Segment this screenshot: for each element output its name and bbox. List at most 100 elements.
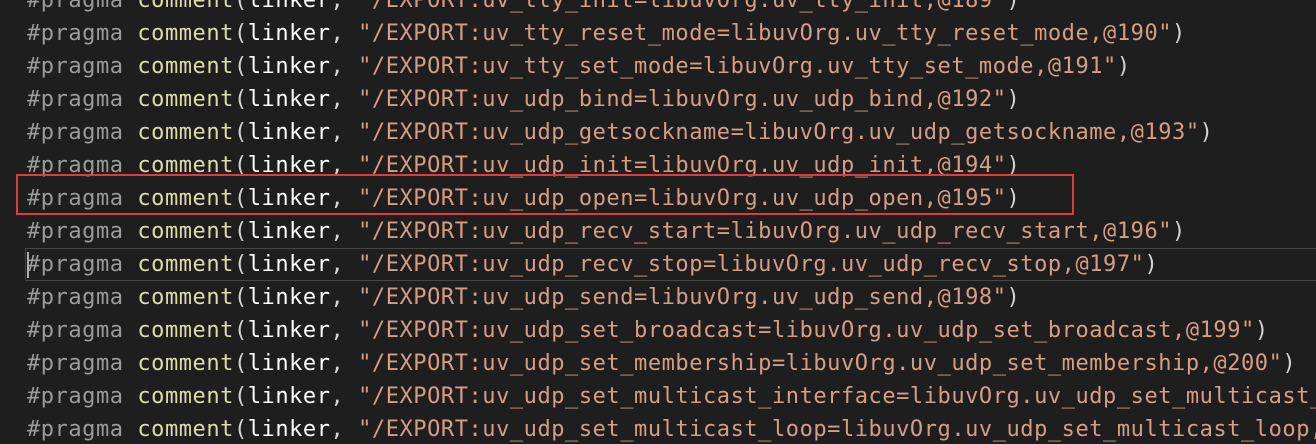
comment-function: comment	[137, 186, 234, 211]
comma: ,	[330, 285, 345, 310]
open-paren: (	[233, 120, 248, 145]
comma: ,	[330, 0, 345, 13]
linker-argument: linker	[247, 21, 331, 46]
code-line[interactable]: #pragma comment(linker, "/EXPORT:uv_udp_…	[27, 380, 1316, 413]
open-paren: (	[233, 0, 248, 13]
comment-function: comment	[137, 417, 234, 442]
linker-argument: linker	[247, 252, 331, 277]
comma: ,	[330, 318, 345, 343]
pragma-keyword: #pragma	[27, 384, 124, 409]
close-paren: )	[1116, 54, 1131, 79]
comma: ,	[330, 120, 345, 145]
close-paren: )	[1172, 219, 1186, 244]
close-paren: )	[1006, 153, 1021, 178]
open-paren: (	[233, 351, 248, 376]
open-paren: (	[233, 21, 248, 46]
comment-function: comment	[137, 153, 234, 178]
comma: ,	[330, 252, 345, 277]
comment-function: comment	[137, 318, 234, 343]
comment-function: comment	[137, 219, 234, 244]
linker-argument: linker	[247, 87, 331, 112]
code-line[interactable]: #pragma comment(linker, "/EXPORT:uv_udp_…	[27, 413, 1316, 444]
linker-argument: linker	[247, 153, 331, 178]
close-paren: )	[1006, 87, 1021, 112]
close-paren: )	[1006, 186, 1021, 211]
code-line[interactable]: #pragma comment(linker, "/EXPORT:uv_tty_…	[27, 50, 1316, 83]
export-string: "/EXPORT:uv_tty_init=libuvOrg.uv_tty_ini…	[358, 0, 1007, 13]
open-paren: (	[233, 153, 248, 178]
export-string: "/EXPORT:uv_udp_init=libuvOrg.uv_udp_ini…	[358, 153, 1007, 178]
linker-argument: linker	[247, 318, 331, 343]
code-line[interactable]: #pragma comment(linker, "/EXPORT:uv_udp_…	[27, 314, 1316, 347]
code-line[interactable]: #pragma comment(linker, "/EXPORT:uv_tty_…	[27, 0, 1316, 17]
open-paren: (	[233, 417, 248, 442]
code-lines: #pragma comment(linker, "/EXPORT:uv_tty_…	[27, 0, 1316, 444]
export-string: "/EXPORT:uv_udp_open=libuvOrg.uv_udp_ope…	[358, 186, 1007, 211]
code-editor[interactable]: #pragma comment(linker, "/EXPORT:uv_tty_…	[0, 0, 1316, 444]
close-paren: )	[1282, 351, 1297, 376]
open-paren: (	[233, 54, 248, 79]
comma: ,	[330, 186, 345, 211]
open-paren: (	[233, 87, 248, 112]
close-paren: )	[1199, 120, 1214, 145]
code-line[interactable]: #pragma comment(linker, "/EXPORT:uv_udp_…	[27, 182, 1316, 215]
open-paren: (	[233, 219, 248, 244]
comment-function: comment	[137, 285, 234, 310]
export-string: "/EXPORT:uv_udp_set_multicast_loop=libuv…	[358, 417, 1316, 442]
comment-function: comment	[137, 120, 234, 145]
text-cursor	[27, 252, 29, 278]
pragma-keyword: #pragma	[27, 0, 124, 13]
export-string: "/EXPORT:uv_udp_set_multicast_interface=…	[358, 384, 1316, 409]
pragma-keyword: #pragma	[27, 351, 124, 376]
code-line[interactable]: #pragma comment(linker, "/EXPORT:uv_tty_…	[27, 17, 1316, 50]
linker-argument: linker	[247, 417, 331, 442]
comma: ,	[330, 87, 345, 112]
code-line[interactable]: #pragma comment(linker, "/EXPORT:uv_udp_…	[27, 149, 1316, 182]
export-string: "/EXPORT:uv_udp_recv_stop=libuvOrg.uv_ud…	[358, 252, 1145, 277]
code-line[interactable]: #pragma comment(linker, "/EXPORT:uv_udp_…	[27, 116, 1316, 149]
pragma-keyword: #pragma	[27, 87, 124, 112]
close-paren: )	[1006, 0, 1021, 13]
linker-argument: linker	[247, 351, 331, 376]
comma: ,	[330, 417, 345, 442]
comma: ,	[330, 384, 345, 409]
code-line[interactable]: #pragma comment(linker, "/EXPORT:uv_udp_…	[27, 215, 1316, 248]
linker-argument: linker	[247, 186, 331, 211]
pragma-keyword: #pragma	[27, 417, 124, 442]
code-line[interactable]: #pragma comment(linker, "/EXPORT:uv_udp_…	[27, 83, 1316, 116]
close-paren: )	[1254, 318, 1269, 343]
comment-function: comment	[137, 252, 234, 277]
linker-argument: linker	[247, 219, 331, 244]
comment-function: comment	[137, 351, 234, 376]
code-line[interactable]: #pragma comment(linker, "/EXPORT:uv_udp_…	[27, 281, 1316, 314]
linker-argument: linker	[247, 384, 331, 409]
comment-function: comment	[137, 87, 234, 112]
pragma-keyword: #pragma	[27, 54, 124, 79]
pragma-keyword: #pragma	[27, 285, 124, 310]
code-line[interactable]: #pragma comment(linker, "/EXPORT:uv_udp_…	[27, 248, 1316, 281]
comma: ,	[330, 21, 345, 46]
export-string: "/EXPORT:uv_udp_getsockname=libuvOrg.uv_…	[358, 120, 1200, 145]
export-string: "/EXPORT:uv_udp_send=libuvOrg.uv_udp_sen…	[358, 285, 1007, 310]
comma: ,	[330, 219, 345, 244]
code-line[interactable]: #pragma comment(linker, "/EXPORT:uv_udp_…	[27, 347, 1316, 380]
linker-argument: linker	[247, 285, 331, 310]
comma: ,	[330, 54, 345, 79]
pragma-keyword: #pragma	[27, 21, 124, 46]
comma: ,	[330, 153, 345, 178]
